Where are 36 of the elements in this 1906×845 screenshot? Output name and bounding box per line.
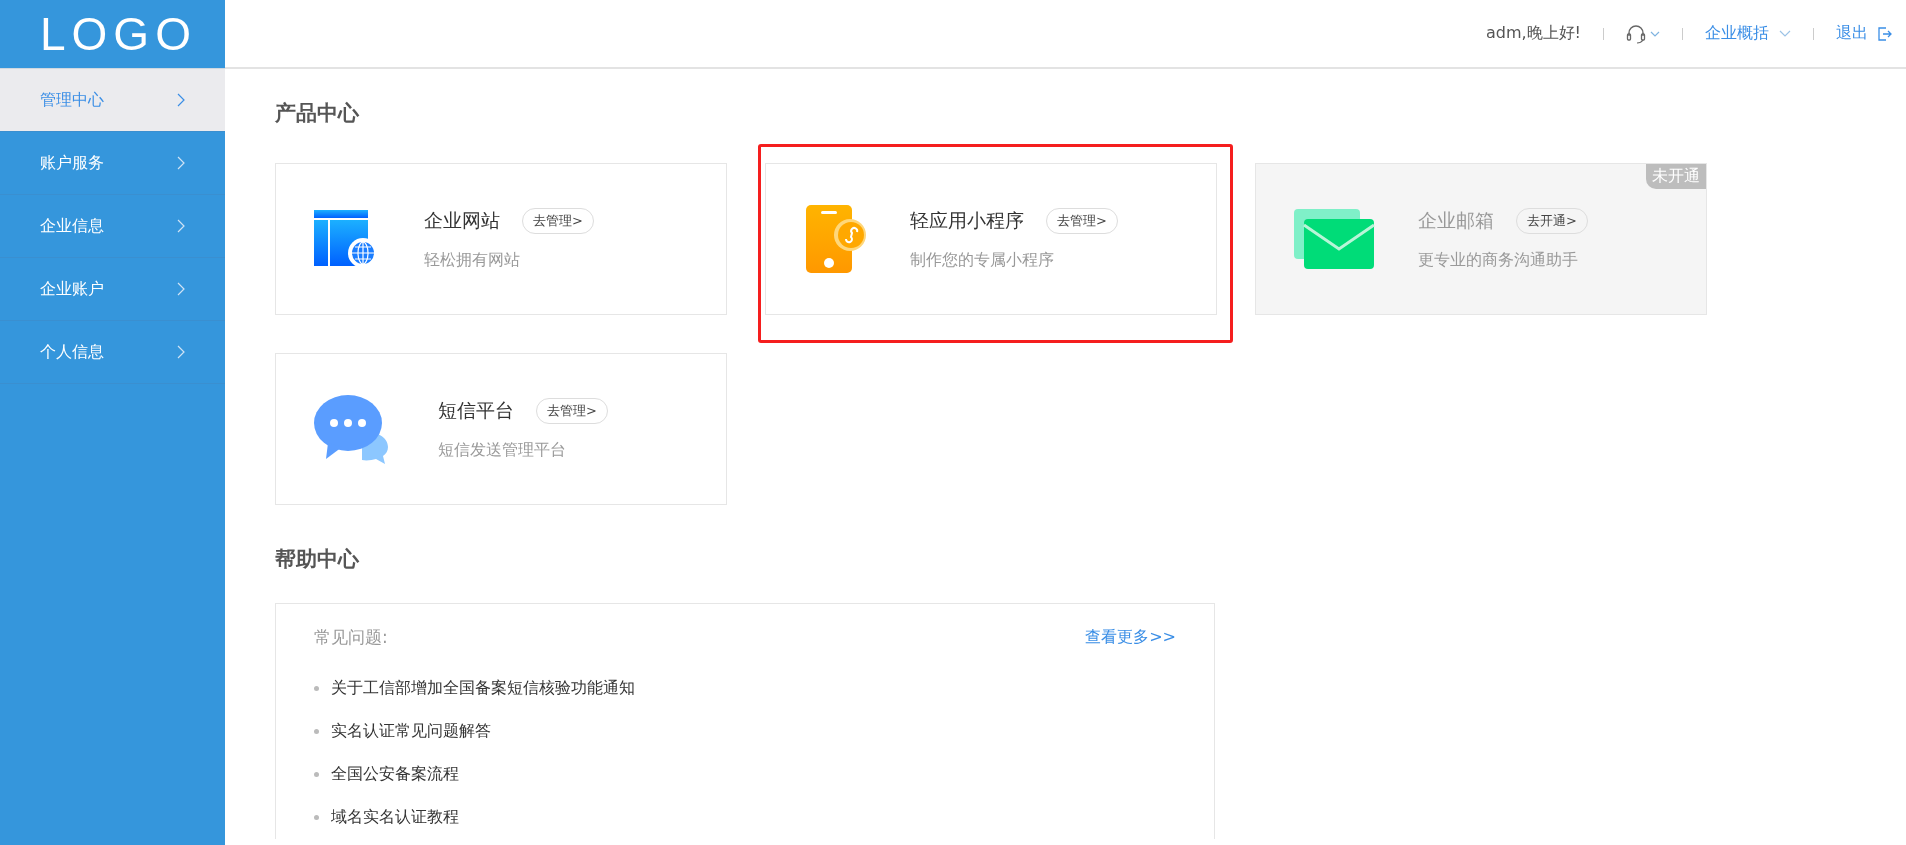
headset-button[interactable] (1626, 23, 1660, 44)
product-description: 更专业的商务沟通助手 (1418, 249, 1579, 271)
status-badge: 未开通 (1646, 164, 1706, 189)
product-description: 短信发送管理平台 (438, 439, 567, 461)
faq-link[interactable]: 关于工信部增加全国备案短信核验功能通知 (331, 678, 635, 699)
faq-link[interactable]: 全国公安备案流程 (331, 764, 459, 785)
view-more-link[interactable]: 查看更多>> (1085, 627, 1176, 648)
section-title: 帮助中心 (275, 546, 360, 573)
faq-label: 常见问题: (314, 626, 388, 649)
bullet-icon (314, 772, 319, 777)
company-overview-menu[interactable]: 企业概括 (1705, 23, 1791, 44)
bullet-icon (314, 686, 319, 691)
envelope-icon (1292, 207, 1376, 271)
chevron-right-icon (177, 219, 185, 233)
logout-icon (1878, 26, 1892, 41)
logout-button[interactable]: 退出 (1836, 23, 1892, 44)
greeting-text: adm,晚上好! (1485, 23, 1581, 44)
faq-link[interactable]: 实名认证常见问题解答 (331, 721, 491, 742)
section-title: 产品中心 (275, 100, 360, 127)
chevron-down-icon (1779, 29, 1791, 38)
product-name: 轻应用小程序 (910, 207, 1024, 233)
bullet-icon (314, 815, 319, 820)
chevron-right-icon (177, 282, 185, 296)
product-description: 轻松拥有网站 (424, 249, 521, 271)
manage-button[interactable]: 去管理> (522, 207, 594, 234)
chevron-right-icon (177, 93, 185, 107)
chevron-right-icon (177, 345, 185, 359)
product-description: 制作您的专属小程序 (910, 249, 1055, 271)
faq-link[interactable]: 域名实名认证教程 (331, 807, 459, 828)
bullet-icon (314, 729, 319, 734)
manage-button[interactable]: 去管理> (1046, 207, 1118, 234)
manage-button[interactable]: 去管理> (536, 397, 608, 424)
product-name: 短信平台 (438, 397, 514, 423)
chevron-right-icon (177, 156, 185, 170)
product-name: 企业邮箱 (1418, 207, 1494, 233)
product-name: 企业网站 (424, 207, 500, 233)
